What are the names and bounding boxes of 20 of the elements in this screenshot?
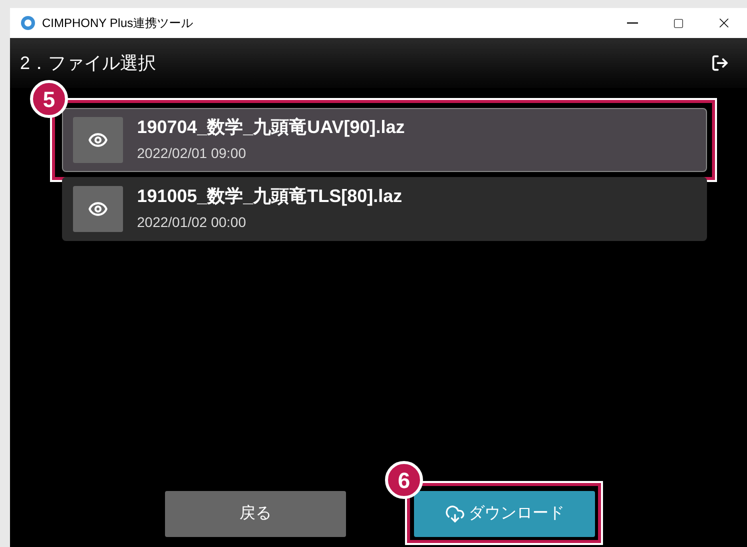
preview-button[interactable] — [73, 186, 123, 232]
file-date: 2022/01/02 00:00 — [137, 212, 247, 232]
file-item[interactable]: 190704_数学_九頭竜UAV[90].laz 2022/02/01 09:00 — [62, 108, 707, 172]
page-title: 2．ファイル選択 — [20, 52, 156, 74]
logout-icon — [711, 54, 729, 72]
preview-button[interactable] — [73, 117, 123, 163]
file-name: 191005_数学_九頭竜TLS[80].laz — [137, 185, 402, 208]
maximize-icon — [672, 18, 684, 28]
cloud-download-icon — [444, 504, 464, 524]
callout-badge: 6 — [385, 461, 423, 499]
window-title: CIMPHONY Plus連携ツール — [42, 15, 194, 32]
file-date: 2022/02/01 09:00 — [137, 144, 247, 163]
back-button[interactable]: 戻る — [165, 491, 346, 537]
eye-icon — [88, 199, 108, 219]
eye-icon — [88, 130, 108, 150]
app-logo-icon — [20, 15, 36, 31]
logout-button[interactable] — [711, 54, 729, 72]
file-item[interactable]: 191005_数学_九頭竜TLS[80].laz 2022/01/02 00:00 — [62, 177, 707, 241]
file-name: 190704_数学_九頭竜UAV[90].laz — [137, 116, 405, 139]
minimize-icon — [626, 22, 638, 24]
